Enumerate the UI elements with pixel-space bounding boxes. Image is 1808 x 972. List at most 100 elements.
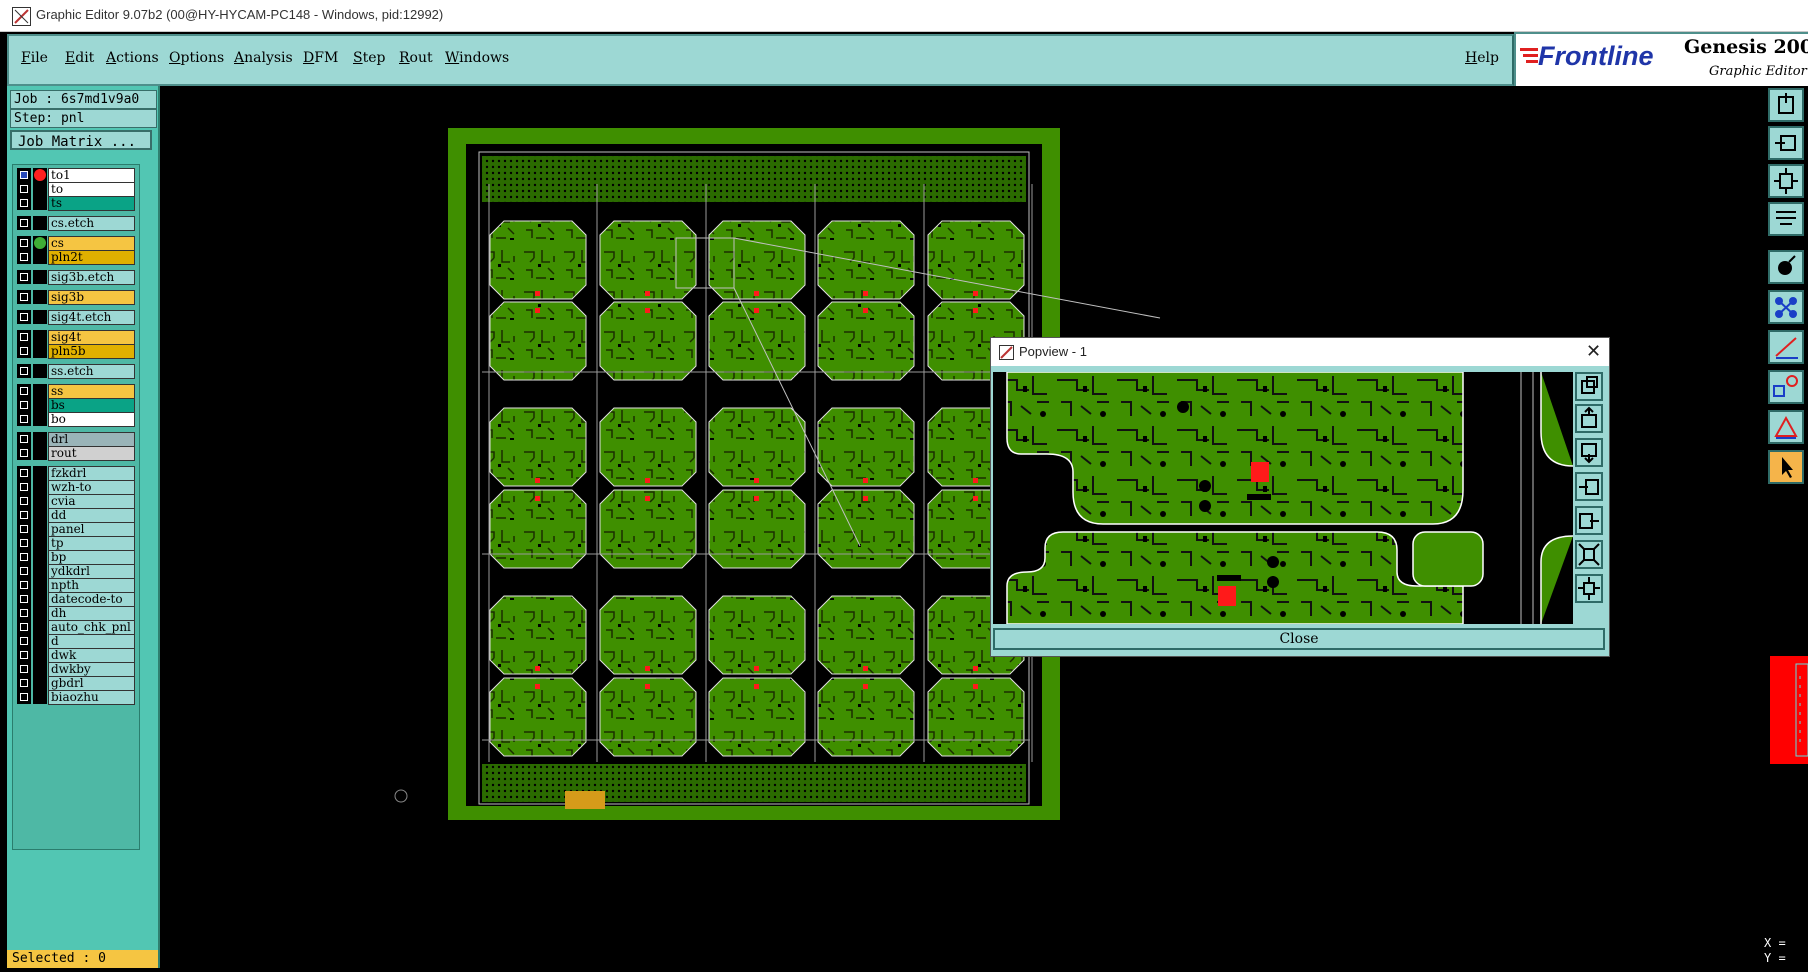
layer-name[interactable]: ts [48, 196, 135, 211]
layer-name[interactable]: bo [48, 412, 135, 427]
layer-name[interactable]: bs [48, 398, 135, 413]
layer-checkbox[interactable] [17, 620, 31, 634]
layer-affected-indicator[interactable] [33, 550, 47, 564]
layer-affected-indicator[interactable] [33, 412, 47, 426]
layer-checkbox[interactable] [17, 662, 31, 676]
layer-checkbox[interactable] [17, 634, 31, 648]
triangle-tool-button[interactable] [1768, 410, 1804, 444]
layer-name[interactable]: pln2t [48, 250, 135, 265]
layer-name[interactable]: sig4t [48, 330, 135, 345]
select-pointer-button[interactable] [1768, 450, 1804, 484]
layer-row[interactable]: sig3b [15, 290, 135, 305]
layer-checkbox[interactable] [17, 310, 31, 324]
layer-checkbox[interactable] [17, 564, 31, 578]
snap-tool-button[interactable] [1768, 250, 1804, 284]
layer-row[interactable]: panel [15, 522, 135, 537]
layer-checkbox[interactable] [17, 182, 31, 196]
popview-zoom-out-button[interactable] [1575, 540, 1603, 569]
popview-pan-down-button[interactable] [1575, 438, 1603, 467]
layer-row[interactable]: ydkdrl [15, 564, 135, 579]
layer-affected-indicator[interactable] [33, 290, 47, 304]
layer-affected-indicator[interactable] [33, 364, 47, 378]
layer-checkbox[interactable] [17, 432, 31, 446]
layer-row[interactable]: cs [15, 236, 135, 251]
layer-checkbox[interactable] [17, 446, 31, 460]
layer-row[interactable]: ss.etch [15, 364, 135, 379]
layer-name[interactable]: cs.etch [48, 216, 135, 231]
layer-row[interactable]: ss [15, 384, 135, 399]
layer-row[interactable]: rout [15, 446, 135, 461]
layer-row[interactable]: dwk [15, 648, 135, 663]
layer-affected-indicator[interactable] [33, 690, 47, 704]
popview-pan-left-button[interactable] [1575, 472, 1603, 501]
layer-name[interactable]: datecode-to [48, 592, 135, 607]
layer-name[interactable]: ydkdrl [48, 564, 135, 579]
layer-row[interactable]: biaozhu [15, 690, 135, 705]
layer-row[interactable]: sig4t [15, 330, 135, 345]
measure-tool-button[interactable] [1768, 330, 1804, 364]
menu-help[interactable]: Help [1465, 50, 1499, 66]
layer-checkbox[interactable] [17, 480, 31, 494]
layer-checkbox[interactable] [17, 508, 31, 522]
layer-name[interactable]: to [48, 182, 135, 197]
layer-row[interactable]: drl [15, 432, 135, 447]
layer-affected-indicator[interactable] [33, 508, 47, 522]
layer-name[interactable]: wzh-to [48, 480, 135, 495]
layer-affected-indicator[interactable] [33, 344, 47, 358]
layer-name[interactable]: dwkby [48, 662, 135, 677]
layer-affected-indicator[interactable] [33, 384, 47, 398]
layer-checkbox[interactable] [17, 592, 31, 606]
layer-checkbox[interactable] [17, 330, 31, 344]
popview-pan-up-button[interactable] [1575, 404, 1603, 433]
layer-row[interactable]: to [15, 182, 135, 197]
layer-row[interactable]: gbdrl [15, 676, 135, 691]
layer-affected-indicator[interactable] [33, 522, 47, 536]
layer-row[interactable]: fzkdrl [15, 466, 135, 481]
menu-options[interactable]: Options [169, 50, 224, 66]
layer-row[interactable]: sig4t.etch [15, 310, 135, 325]
layer-affected-indicator[interactable] [33, 270, 47, 284]
layer-name[interactable]: cvia [48, 494, 135, 509]
layer-row[interactable]: dh [15, 606, 135, 621]
layer-affected-indicator[interactable] [33, 606, 47, 620]
connect-tool-button[interactable] [1768, 290, 1804, 324]
menu-actions[interactable]: Actions [106, 50, 159, 66]
layer-checkbox[interactable] [17, 412, 31, 426]
layer-checkbox[interactable] [17, 676, 31, 690]
layer-affected-indicator[interactable] [33, 536, 47, 550]
layer-checkbox[interactable] [17, 690, 31, 704]
layer-row[interactable]: npth [15, 578, 135, 593]
layer-affected-indicator[interactable] [33, 578, 47, 592]
layer-checkbox[interactable] [17, 236, 31, 250]
layer-checkbox[interactable] [17, 344, 31, 358]
filter-tool-button[interactable] [1768, 202, 1804, 236]
menu-dfm[interactable]: DFM [303, 50, 338, 66]
layer-row[interactable]: to1 [15, 168, 135, 183]
layer-name[interactable]: dd [48, 508, 135, 523]
layer-checkbox[interactable] [17, 536, 31, 550]
layer-affected-indicator[interactable] [33, 480, 47, 494]
layer-checkbox[interactable] [17, 364, 31, 378]
zoom-back-button[interactable] [1768, 126, 1804, 160]
layer-row[interactable]: bp [15, 550, 135, 565]
layer-name[interactable]: biaozhu [48, 690, 135, 705]
layer-affected-indicator[interactable] [33, 446, 47, 460]
layer-affected-indicator[interactable] [33, 662, 47, 676]
layer-affected-indicator[interactable] [33, 196, 47, 210]
layer-name[interactable]: dwk [48, 648, 135, 663]
layer-name[interactable]: npth [48, 578, 135, 593]
layer-name[interactable]: sig3b [48, 290, 135, 305]
layer-name[interactable]: sig4t.etch [48, 310, 135, 325]
layer-affected-indicator[interactable] [33, 494, 47, 508]
zoom-home-button[interactable] [1768, 88, 1804, 122]
layer-affected-indicator[interactable] [33, 648, 47, 662]
layer-name[interactable]: rout [48, 446, 135, 461]
layer-affected-indicator[interactable] [33, 330, 47, 344]
layer-row[interactable]: bs [15, 398, 135, 413]
layer-row[interactable]: ts [15, 196, 135, 211]
layer-affected-indicator[interactable] [33, 168, 47, 182]
layer-affected-indicator[interactable] [33, 182, 47, 196]
layer-row[interactable]: bo [15, 412, 135, 427]
layer-name[interactable]: ss.etch [48, 364, 135, 379]
layer-name[interactable]: pln5b [48, 344, 135, 359]
